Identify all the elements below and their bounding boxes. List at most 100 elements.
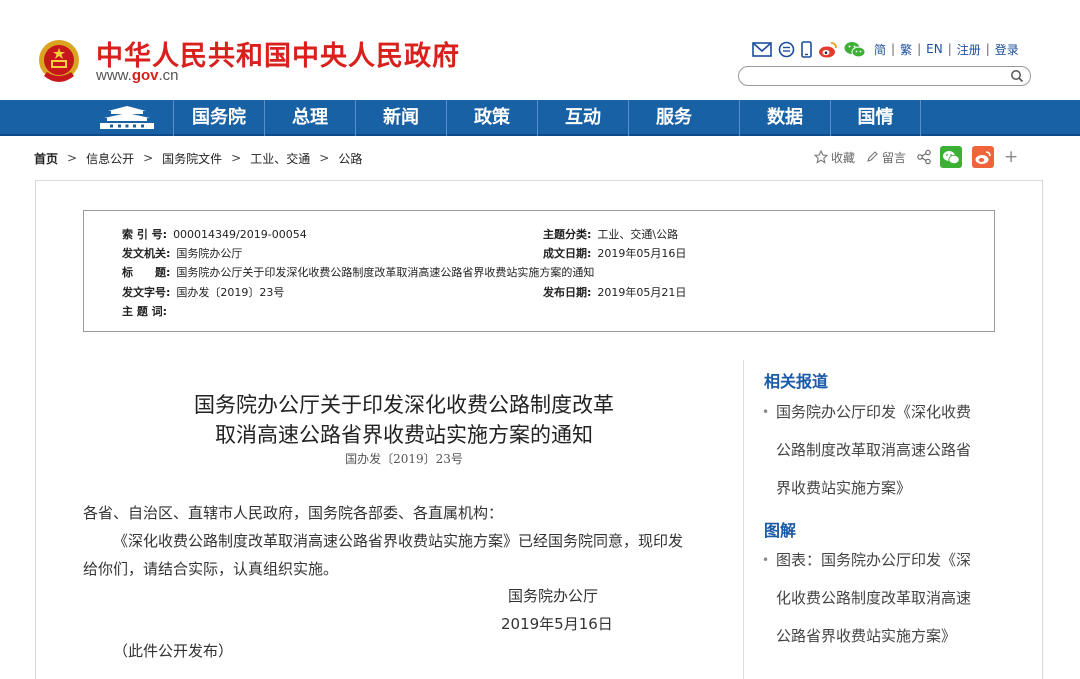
meta-category-row: 主题分类: 工业、交通\公路 [543, 226, 678, 242]
separator: | [917, 42, 922, 56]
breadcrumb-info-disclosure[interactable]: 信息公开 [86, 150, 134, 167]
language-links: 简 | 繁 | EN | 注册 | 登录 [874, 41, 1019, 58]
nav-item-interaction[interactable]: 互动 [537, 100, 628, 136]
meta-docno-key: 发文字号: [122, 286, 171, 299]
related-report-line-2: 公路制度改革取消高速公路省 [776, 441, 972, 459]
related-reports-heading: 相关报道 [764, 372, 829, 391]
site-url[interactable]: www.gov.cn [96, 67, 179, 84]
tiananmen-icon [100, 106, 154, 129]
breadcrumb-highway[interactable]: 公路 [338, 150, 362, 167]
favorite-button[interactable]: 收藏 [831, 149, 855, 166]
document-paragraph-line-2: 给你们，请结合实际，认真组织实施。 [83, 560, 339, 578]
share-weibo-button[interactable] [972, 146, 995, 168]
separator: | [985, 42, 990, 56]
meta-published-value: 2019年05月21日 [597, 286, 687, 299]
document-salutation: 各省、自治区、直辖市人民政府，国务院各部委、各直属机构： [83, 504, 504, 522]
site-url-prefix: www. [96, 67, 132, 84]
infographic-line-1: 图表：国务院办公厅印发《深 [776, 551, 972, 569]
nav-item-news[interactable]: 新闻 [355, 100, 446, 136]
infographic-link[interactable]: • 图表：国务院办公厅印发《深 化收费公路制度改革取消高速 公路省界收费站实施方… [762, 541, 971, 655]
separator: | [891, 42, 896, 56]
breadcrumb-industry-transport[interactable]: 工业、交通 [250, 150, 310, 167]
meta-category-value: 工业、交通\公路 [597, 228, 679, 241]
nav-item-national-info[interactable]: 国情 [830, 100, 921, 136]
document-title-line-1: 国务院办公厅关于印发深化收费公路制度改革 [194, 393, 614, 417]
meta-title-key: 标 题: [122, 266, 171, 279]
meta-keywords-key: 主 题 词: [122, 305, 168, 318]
meta-category-key: 主题分类: [543, 228, 592, 241]
mail-icon[interactable] [752, 41, 772, 57]
breadcrumb-arrow: > [143, 151, 154, 165]
link-login[interactable]: 登录 [995, 41, 1019, 58]
breadcrumb-arrow: > [319, 151, 330, 165]
infographic-heading: 图解 [764, 521, 797, 540]
pen-icon[interactable] [865, 150, 879, 164]
link-english[interactable]: EN [926, 42, 943, 56]
nav-item-services[interactable]: 服务 [628, 100, 719, 136]
meta-docno-row: 发文字号: 国办发〔2019〕23号 [122, 284, 284, 300]
related-report-line-1: 国务院办公厅印发《深化收费 [776, 403, 972, 421]
link-traditional[interactable]: 繁 [900, 41, 912, 58]
nav-item-state-council[interactable]: 国务院 [173, 100, 264, 136]
search-icon[interactable] [1010, 69, 1024, 83]
share-icon[interactable] [916, 149, 932, 165]
related-report-line-3: 界收费站实施方案》 [776, 479, 912, 497]
meta-index-key: 索 引 号: [122, 228, 168, 241]
weibo-icon [975, 150, 991, 164]
meta-written-key: 成文日期: [543, 247, 592, 260]
breadcrumb-council-documents[interactable]: 国务院文件 [162, 150, 222, 167]
infographic-line-2: 化收费公路制度改革取消高速 [776, 589, 972, 607]
meta-title-row: 标 题: 国务院办公厅关于印发深化收费公路制度改革取消高速公路省界收费站实施方案的… [122, 264, 594, 280]
infographic-line-3: 公路省界收费站实施方案》 [776, 627, 957, 645]
site-header: 中华人民共和国中央人民政府 www.gov.cn 简 | 繁 | EN | 注册… [0, 0, 1080, 100]
meta-issuer-value: 国务院办公厅 [176, 247, 243, 260]
meta-index-value: 000014349/2019-00054 [173, 228, 307, 241]
breadcrumb-arrow: > [231, 151, 242, 165]
document-title-line-2: 取消高速公路省界收费站实施方案的通知 [215, 423, 593, 447]
mobile-icon[interactable] [801, 40, 812, 58]
sidebar-divider [743, 360, 744, 679]
document-date: 2019年5月16日 [501, 615, 613, 633]
header-tools: 简 | 繁 | EN | 注册 | 登录 [752, 40, 1019, 58]
meta-issuer-key: 发文机关: [122, 247, 171, 260]
document-paragraph-line-1: 《深化收费公路制度改革取消高速公路省界收费站实施方案》已经国务院同意，现印发 [113, 532, 684, 550]
meta-published-key: 发布日期: [543, 286, 592, 299]
document-publish-note: （此件公开发布） [113, 642, 234, 660]
meta-issuer-row: 发文机关: 国务院办公厅 [122, 245, 242, 261]
breadcrumb: 首页 > 信息公开 > 国务院文件 > 工业、交通 > 公路 [34, 148, 362, 168]
related-report-link[interactable]: • 国务院办公厅印发《深化收费 公路制度改革取消高速公路省 界收费站实施方案》 [762, 393, 971, 507]
star-icon[interactable] [814, 150, 828, 164]
meta-published-row: 发布日期: 2019年05月21日 [543, 284, 686, 300]
comment-button[interactable]: 留言 [882, 149, 906, 166]
weibo-icon[interactable] [818, 41, 838, 58]
main-nav: 国务院 总理 新闻 政策 互动 服务 数据 国情 [0, 100, 1080, 136]
nav-item-policy[interactable]: 政策 [446, 100, 537, 136]
document-signer: 国务院办公厅 [508, 587, 599, 605]
meta-written-row: 成文日期: 2019年05月16日 [543, 245, 686, 261]
share-toolbar: 收藏 留言 + [814, 144, 1018, 170]
meta-docno-value: 国办发〔2019〕23号 [176, 286, 285, 299]
document-number: 国办发〔2019〕23号 [345, 452, 463, 466]
breadcrumb-arrow: > [67, 151, 78, 165]
message-icon[interactable] [778, 41, 795, 58]
link-register[interactable]: 注册 [957, 41, 981, 58]
bullet-icon: • [762, 553, 770, 567]
meta-index-row: 索 引 号: 000014349/2019-00054 [122, 226, 307, 242]
wechat-icon[interactable] [844, 41, 866, 58]
breadcrumb-home[interactable]: 首页 [34, 150, 58, 167]
share-wechat-button[interactable] [940, 146, 963, 168]
meta-title-value: 国务院办公厅关于印发深化收费公路制度改革取消高速公路省界收费站实施方案的通知 [176, 266, 595, 279]
search-input[interactable] [738, 66, 1031, 86]
meta-keywords-row: 主 题 词: [122, 303, 167, 319]
link-simplified[interactable]: 简 [874, 41, 886, 58]
national-emblem-icon[interactable] [36, 38, 82, 86]
meta-written-value: 2019年05月16日 [597, 247, 687, 260]
site-url-gov: gov [131, 67, 159, 84]
share-more-button[interactable]: + [1004, 147, 1018, 167]
site-url-suffix: .cn [158, 67, 179, 84]
nav-home-button[interactable] [82, 100, 172, 136]
bullet-icon: • [762, 405, 770, 419]
nav-item-data[interactable]: 数据 [739, 100, 830, 136]
separator: | [947, 42, 952, 56]
nav-item-premier[interactable]: 总理 [264, 100, 355, 136]
